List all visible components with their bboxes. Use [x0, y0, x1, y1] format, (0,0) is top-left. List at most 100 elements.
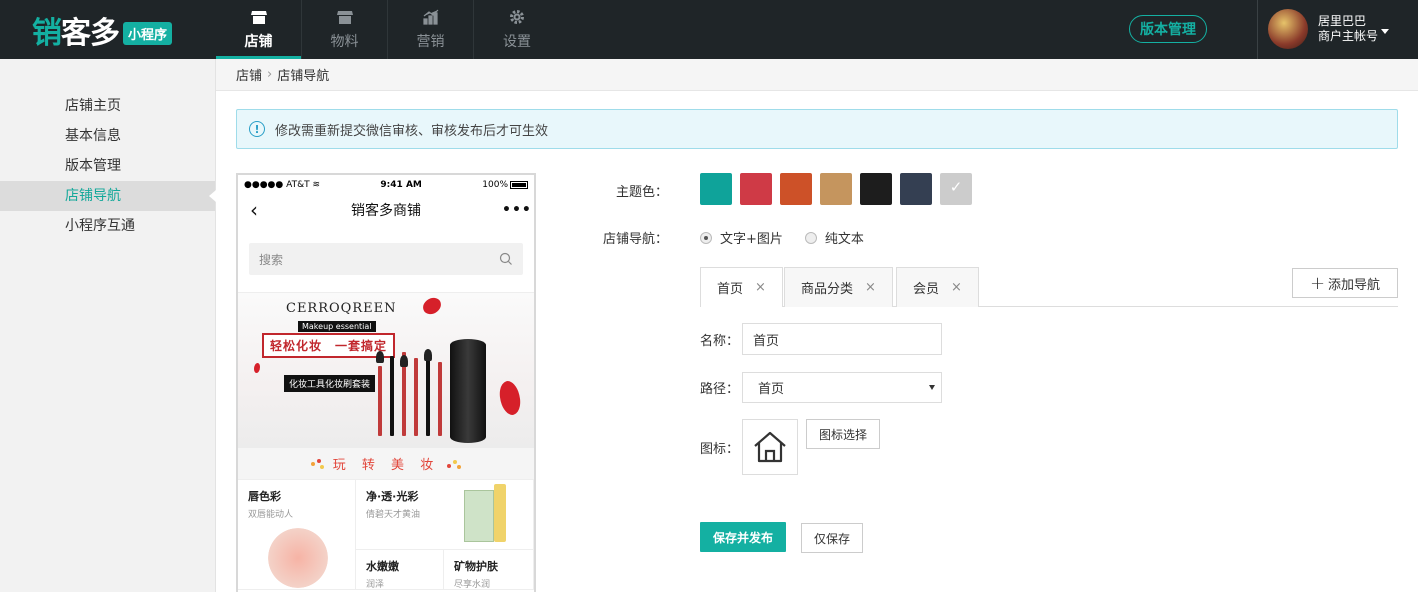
theme-color-label: 主题色： [615, 185, 668, 200]
tab-category[interactable]: 商品分类 × [784, 267, 893, 307]
icon-select-button[interactable]: 图标选择 [806, 419, 880, 449]
box-icon [336, 11, 353, 24]
path-label: 路径： [700, 382, 740, 397]
theme-color-swatch[interactable] [940, 173, 972, 205]
theme-color-swatch[interactable] [820, 173, 852, 205]
top-nav-label: 物料 [330, 34, 359, 50]
breadcrumb-current: 店铺导航 [277, 69, 330, 84]
theme-color-swatch[interactable] [740, 173, 772, 205]
top-nav-marketing[interactable]: 营销 [388, 0, 474, 59]
version-manage-button[interactable]: 版本管理 [1129, 15, 1207, 43]
theme-color-swatch[interactable] [700, 173, 732, 205]
save-publish-button[interactable]: 保存并发布 [700, 522, 786, 552]
user-role: 商户主帐号 [1318, 29, 1379, 43]
chevron-down-icon [929, 385, 935, 390]
name-input[interactable]: 首页 [742, 323, 942, 355]
chart-icon [422, 9, 438, 25]
logo-text: 销客多 [32, 15, 120, 51]
name-label: 名称： [700, 334, 740, 349]
sidebar-item-store-home[interactable]: 店铺主页 [0, 91, 215, 121]
save-only-button[interactable]: 仅保存 [801, 523, 863, 553]
top-nav-label: 营销 [416, 34, 445, 50]
top-bar: 销客多 小程序 店铺 物料 营销 设置 版本管理 居里巴巴 商户主帐号 [0, 0, 1418, 59]
status-time: 9:41 AM [380, 180, 422, 190]
sidebar-item-version[interactable]: 版本管理 [0, 151, 215, 181]
user-info: 居里巴巴 商户主帐号 [1318, 14, 1390, 44]
radio-text-only[interactable] [804, 231, 817, 244]
product-name: 矿物护肤 [454, 560, 498, 573]
close-icon[interactable]: × [755, 280, 766, 295]
caret-down-icon[interactable] [1381, 29, 1390, 34]
product-sub: 双唇能动人 [248, 510, 294, 520]
battery-icon [510, 180, 528, 189]
sidebar-item-basic-info[interactable]: 基本信息 [0, 121, 215, 151]
add-nav-label: 添加导航 [1328, 277, 1381, 293]
radio-text-only-label[interactable]: 纯文本 [825, 228, 864, 247]
banner-slogan: 轻松化妆 一套搞定 [262, 333, 396, 358]
icon-preview[interactable] [742, 419, 798, 475]
path-select-value: 首页 [758, 382, 785, 397]
add-nav-button[interactable]: + 添加导航 [1292, 268, 1398, 298]
status-signal: ●●●●● AT&T [244, 180, 310, 190]
theme-color-swatch[interactable] [860, 173, 892, 205]
notice-text: 修改需重新提交微信审核、审核发布后才可生效 [275, 123, 549, 139]
name-input-value: 首页 [753, 333, 780, 349]
tab-label: 商品分类 [801, 282, 854, 297]
radio-text-image[interactable] [700, 231, 712, 244]
top-nav-label: 设置 [503, 34, 531, 50]
tab-home[interactable]: 首页 × [700, 267, 783, 307]
user-divider [1257, 0, 1258, 59]
confetti-icon [447, 459, 462, 469]
product-name: 唇色彩 [248, 490, 281, 503]
breadcrumb-root[interactable]: 店铺 [236, 65, 262, 84]
avatar[interactable] [1268, 9, 1308, 49]
phone-search: 搜索 [249, 243, 523, 275]
user-menu[interactable]: 居里巴巴 商户主帐号 [1268, 9, 1390, 49]
gear-icon [510, 10, 524, 24]
icon-label: 图标： [700, 442, 740, 457]
sidebar-item-miniapp-link[interactable]: 小程序互通 [0, 211, 215, 241]
top-nav-settings[interactable]: 设置 [474, 0, 560, 59]
product-tile: 净·透·光彩 倩碧天才黄油 [356, 480, 534, 550]
logo[interactable]: 销客多 小程序 [0, 0, 216, 59]
tab-label: 会员 [913, 282, 940, 297]
close-icon[interactable]: × [865, 280, 876, 295]
promo-banner: CERROQREEN Makeup essential 轻松化妆 一套搞定 化妆… [238, 292, 534, 448]
theme-color-swatch[interactable] [900, 173, 932, 205]
close-icon[interactable]: × [951, 280, 962, 295]
more-icon: ••• [502, 202, 532, 218]
product-sub: 润泽 [366, 580, 385, 590]
home-icon [754, 431, 786, 463]
search-icon [499, 252, 512, 265]
status-battery: 100% [482, 180, 508, 190]
path-select[interactable]: 首页 [742, 372, 942, 403]
wifi-icon: ≋ [312, 180, 321, 190]
sidebar-item-store-nav[interactable]: 店铺导航 [0, 181, 216, 211]
lipstick-image [268, 528, 328, 588]
chevron-right-icon: › [267, 67, 273, 82]
sidebar: 店铺主页 基本信息 版本管理 店铺导航 小程序互通 [0, 59, 216, 592]
top-nav-label: 店铺 [244, 34, 273, 50]
petal-decoration [420, 294, 444, 318]
lotion-bottle-image [494, 484, 506, 542]
tab-label: 首页 [717, 282, 744, 297]
info-icon: ! [249, 121, 265, 137]
nav-style-radio-group: 文字+图片 纯文本 [700, 228, 864, 247]
radio-text-image-label[interactable]: 文字+图片 [720, 228, 783, 247]
product-sub: 尽享水润 [454, 580, 491, 590]
product-grid: 唇色彩 双唇能动人 净·透·光彩 倩碧天才黄油 水嫩嫩 润泽 矿物护肤 尽享水润 [238, 480, 534, 590]
product-tile: 唇色彩 双唇能动人 [238, 480, 356, 590]
user-name: 居里巴巴 [1318, 14, 1367, 28]
tab-member[interactable]: 会员 × [896, 267, 979, 307]
phone-status-bar: ●●●●● AT&T ≋ 9:41 AM 100% [238, 175, 534, 195]
theme-color-swatch[interactable] [780, 173, 812, 205]
phone-search-placeholder: 搜索 [259, 252, 284, 267]
section-title: 玩 转 美 妆 [238, 448, 534, 480]
top-nav-materials[interactable]: 物料 [302, 0, 388, 59]
phone-nav-bar: ‹ 销客多商铺 ••• [238, 195, 534, 225]
breadcrumb: 店铺 › 店铺导航 [216, 59, 1418, 91]
petal-decoration [494, 378, 526, 418]
top-nav-store[interactable]: 店铺 [216, 0, 302, 59]
top-nav: 店铺 物料 营销 设置 [216, 0, 560, 59]
banner-brand: CERROQREEN [286, 301, 397, 316]
